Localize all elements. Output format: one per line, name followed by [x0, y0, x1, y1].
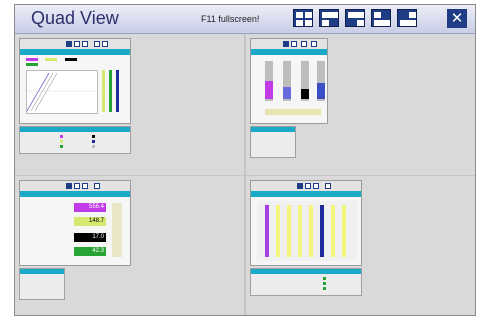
bars-panel[interactable]: [250, 180, 362, 266]
trend-panel[interactable]: [19, 38, 131, 124]
trend-lines: [26, 72, 97, 112]
panel-title-bar: [20, 191, 130, 197]
gauge-fill: [301, 89, 309, 99]
bars-legend-panel: [250, 268, 362, 296]
toolbar-icon: [102, 41, 108, 47]
quadrant-bottom-left[interactable]: 556.4 148.7 17.0 42.3: [15, 176, 244, 315]
gauge-panel[interactable]: [250, 38, 328, 124]
bar-column: [287, 205, 291, 257]
panel-title-bar: [20, 49, 130, 55]
toolbar-icon: [297, 183, 303, 189]
layout-4-button[interactable]: [397, 9, 417, 27]
page-title: Quad View: [31, 8, 119, 28]
bar-column: [276, 205, 280, 257]
gauge-info-panel: [250, 126, 296, 158]
panel-toolbar: [20, 181, 130, 191]
toolbar-icon: [301, 41, 307, 47]
toolbar-icon: [74, 183, 80, 189]
level-bar: [116, 70, 119, 112]
toolbar-icon: [82, 183, 88, 189]
toolbar-icon: [94, 41, 100, 47]
value-display: 42.3: [74, 247, 106, 256]
toolbar-icon: [66, 183, 72, 189]
bar-column: [309, 205, 313, 257]
level-bar: [109, 70, 112, 112]
close-button[interactable]: ✕: [447, 9, 467, 28]
toolbar-icon: [74, 41, 80, 47]
panel-toolbar: [251, 39, 327, 49]
level-bar: [102, 70, 105, 112]
value-display: 148.7: [74, 217, 106, 226]
gauge-fill: [265, 81, 273, 99]
toolbar-icon: [305, 183, 311, 189]
gauge-fill: [317, 83, 325, 99]
toolbar-icon: [311, 41, 317, 47]
layout-2-button[interactable]: [345, 9, 365, 27]
toolbar-icon: [82, 41, 88, 47]
fullscreen-hint: F11 fullscreen!: [201, 14, 260, 24]
value-display: 556.4: [74, 203, 106, 212]
values-panel[interactable]: 556.4 148.7 17.0 42.3: [19, 180, 131, 266]
gauge-fill: [283, 87, 291, 99]
quad-view-window: Quad View F11 fullscreen! ✕ 556.4 148.7 …: [14, 4, 476, 316]
bar-column: [320, 205, 324, 257]
series-swatch: [65, 58, 77, 61]
bar-column: [265, 205, 269, 257]
toolbar-icon: [94, 183, 100, 189]
panel-toolbar: [20, 39, 130, 49]
legend-panel: [19, 126, 131, 154]
layout-3-button[interactable]: [371, 9, 391, 27]
panel-toolbar: [251, 181, 361, 191]
series-swatch: [45, 58, 57, 61]
close-icon: ✕: [450, 10, 464, 27]
value-display: 17.0: [74, 233, 106, 242]
quadrant-top-left[interactable]: [15, 34, 244, 175]
bar-column: [298, 205, 302, 257]
bar-column: [331, 205, 335, 257]
toolbar-icon: [291, 41, 297, 47]
toolbar-icon: [66, 41, 72, 47]
series-swatch: [26, 63, 38, 66]
header-bar: Quad View F11 fullscreen! ✕: [15, 5, 475, 34]
toolbar-icon: [313, 183, 319, 189]
quadrant-top-right[interactable]: [246, 34, 475, 175]
quad-layout-button[interactable]: [293, 9, 313, 27]
panel-title-bar: [251, 191, 361, 197]
trend-chart: [26, 70, 98, 114]
toolbar-icon: [283, 41, 289, 47]
gauge-labels: [265, 109, 321, 115]
values-info-panel: [19, 268, 65, 300]
quadrant-bottom-right[interactable]: [246, 176, 475, 315]
panel-title-bar: [251, 49, 327, 55]
series-swatch: [26, 58, 38, 61]
bar-column: [342, 205, 346, 257]
value-side-column: [112, 203, 122, 257]
toolbar-icon: [325, 183, 331, 189]
layout-1-button[interactable]: [319, 9, 339, 27]
